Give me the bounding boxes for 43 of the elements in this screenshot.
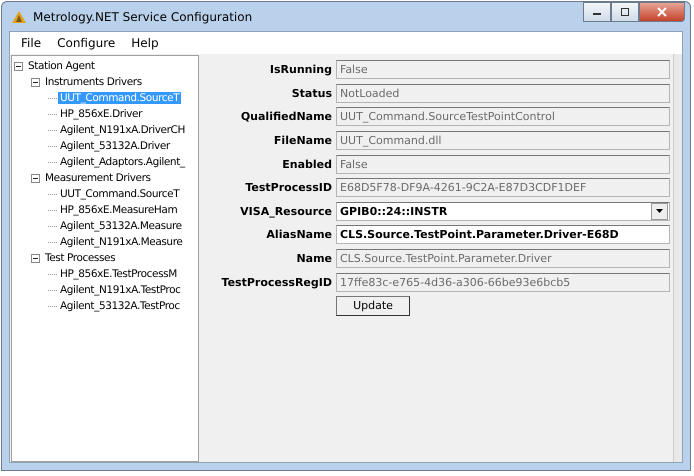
menu-item[interactable]: File bbox=[13, 36, 50, 50]
collapse-icon[interactable] bbox=[31, 254, 40, 262]
menu-item[interactable]: Help bbox=[123, 36, 167, 50]
field-label: Status bbox=[290, 86, 333, 100]
tree-item[interactable]: Agilent_53132A.TestProc bbox=[58, 300, 182, 312]
maximize-icon bbox=[620, 8, 630, 16]
field-label: TestProcessRegID bbox=[220, 276, 333, 289]
tree-item[interactable]: Agilent_N191xA.TestProc bbox=[58, 284, 183, 296]
tree-item[interactable]: HP_856xE.MeasureHam bbox=[58, 204, 180, 216]
tree-item[interactable]: Test Processes bbox=[43, 252, 118, 264]
tree-item[interactable]: Agilent_N191xA.DriverCH bbox=[58, 124, 187, 136]
field-label: IsRunning bbox=[268, 63, 333, 76]
tree-item[interactable]: Agilent_Adaptors.Agilent_ bbox=[58, 156, 187, 168]
tree-item[interactable]: Instruments Drivers bbox=[43, 76, 144, 88]
tree-item[interactable]: Measurement Drivers bbox=[43, 172, 153, 184]
collapse-icon[interactable] bbox=[31, 78, 40, 86]
tree-item[interactable]: HP_856xE.TestProcessM bbox=[58, 268, 179, 280]
app-logo-icon bbox=[11, 10, 27, 24]
field-label: TestProcessID bbox=[244, 181, 333, 194]
input-field[interactable]: CLS.Source.TestPoint.Parameter.Driver-E68D bbox=[336, 225, 670, 244]
close-button[interactable] bbox=[639, 2, 685, 22]
field-label: Name bbox=[295, 252, 333, 266]
maximize-button[interactable] bbox=[611, 2, 639, 22]
field-label: QualifiedName bbox=[240, 110, 333, 124]
menu-item[interactable]: Configure bbox=[49, 36, 124, 50]
collapse-icon[interactable] bbox=[31, 174, 40, 182]
close-icon bbox=[656, 7, 668, 17]
update-button[interactable]: Update bbox=[336, 296, 410, 316]
tree-item[interactable]: Agilent_53132A.Measure bbox=[58, 220, 184, 232]
collapse-icon[interactable] bbox=[14, 62, 23, 70]
tree-item[interactable]: Station Agent bbox=[26, 60, 97, 72]
dropdown-field[interactable]: GPIB0::24::INSTR bbox=[336, 202, 670, 221]
scrollbar[interactable] bbox=[673, 54, 682, 462]
tree-item[interactable]: Agilent_N191xA.Measure bbox=[58, 236, 184, 248]
window-title: Metrology.NET Service Configuration bbox=[33, 10, 252, 24]
field-label: AliasName bbox=[265, 228, 333, 242]
tree-item[interactable]: UUT_Command.SourceT bbox=[58, 188, 182, 200]
minimize-button[interactable] bbox=[583, 2, 611, 22]
field-label: Enabled bbox=[281, 158, 333, 171]
field-label: VISA_Resource bbox=[239, 204, 333, 218]
tree-item[interactable]: HP_856xE.Driver bbox=[58, 108, 144, 120]
tree-item[interactable]: Agilent_53132A.Driver bbox=[58, 140, 172, 152]
field-label: FileName bbox=[272, 134, 333, 148]
